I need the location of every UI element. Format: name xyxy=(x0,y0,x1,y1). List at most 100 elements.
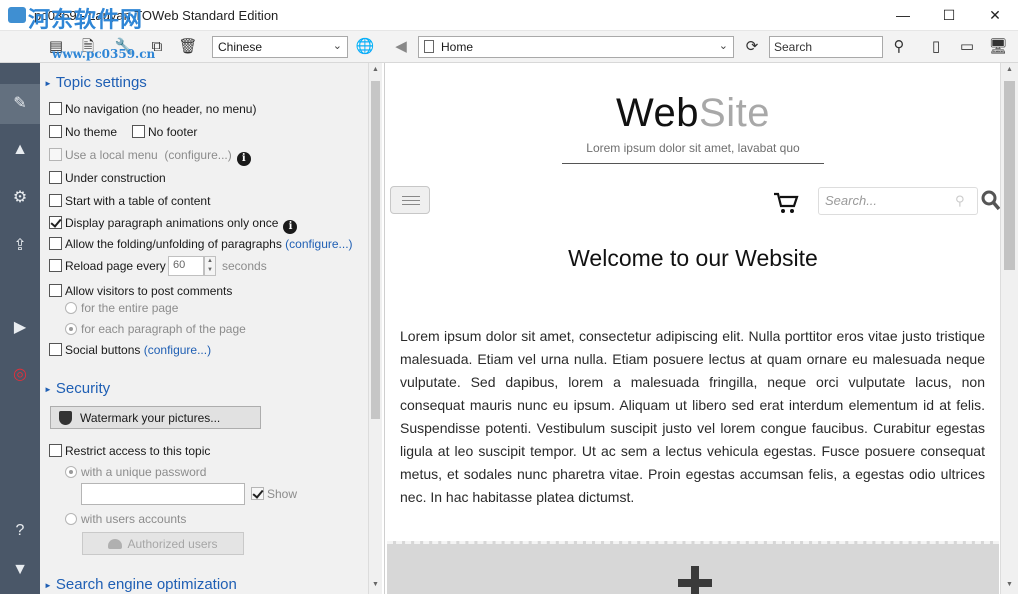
info-icon[interactable]: i xyxy=(283,220,298,234)
unique-password-option: with a unique password xyxy=(65,465,206,479)
comments-paragraph-radio xyxy=(65,323,77,335)
settings-panel: ► Topic settings No navigation (no header… xyxy=(40,63,368,594)
security-header[interactable]: ► Security xyxy=(44,380,110,397)
under-construction-checkbox[interactable] xyxy=(49,171,62,184)
side-rail: ✎ ▲ ⚙ ⇪ ▶ ◎ ? ▼ xyxy=(0,63,40,594)
back-icon[interactable]: ◀ xyxy=(391,37,411,57)
social-checkbox[interactable] xyxy=(49,343,62,356)
reload-label: Reload page every xyxy=(65,259,166,273)
trash-icon[interactable]: 🗑 xyxy=(178,37,198,57)
no-footer-checkbox[interactable] xyxy=(132,125,145,138)
local-menu-label: Use a local menu xyxy=(65,148,158,162)
show-password-label: Show xyxy=(267,487,298,501)
desktop-preview-icon[interactable]: 🖥 xyxy=(988,37,1008,57)
hamburger-menu-button[interactable] xyxy=(390,186,430,214)
site-title-web: Web xyxy=(616,91,700,135)
topic-settings-header[interactable]: ► Topic settings xyxy=(44,74,147,91)
reload-option[interactable]: Reload page every xyxy=(49,259,166,273)
preview-scrollbar[interactable]: ▲ ▼ xyxy=(1000,63,1018,594)
site-search-input[interactable]: Search... xyxy=(818,187,978,215)
pencil-icon[interactable]: ✎ xyxy=(0,84,40,124)
language-value: Chinese xyxy=(218,40,263,54)
security-title: Security xyxy=(55,380,111,397)
url-select[interactable]: Home ⌄ xyxy=(418,36,734,58)
authorized-users-button: Authorized users xyxy=(82,532,244,555)
table-of-content-checkbox[interactable] xyxy=(49,194,62,207)
folding-option[interactable]: Allow the folding/unfolding of paragraph… xyxy=(49,237,353,251)
no-theme-option[interactable]: No theme xyxy=(49,125,117,139)
cart-icon[interactable] xyxy=(773,191,799,215)
folding-configure-link[interactable]: (configure...) xyxy=(285,237,352,251)
watermark-pictures-button[interactable]: Watermark your pictures... xyxy=(50,406,261,429)
comments-checkbox[interactable] xyxy=(49,284,62,297)
site-watermark-url: www.pc0359.cn xyxy=(52,47,156,61)
refresh-icon[interactable]: ⟳ xyxy=(742,37,762,57)
site-title[interactable]: WebSite xyxy=(385,91,1000,136)
no-navigation-option[interactable]: No navigation (no header, no menu) xyxy=(49,102,256,116)
under-construction-option[interactable]: Under construction xyxy=(49,171,166,185)
plus-icon[interactable] xyxy=(678,566,712,594)
body-paragraph[interactable]: Lorem ipsum dolor sit amet, consectetur … xyxy=(400,325,985,509)
play-icon[interactable]: ▶ xyxy=(0,308,40,348)
reload-stepper[interactable]: ▲ ▼ xyxy=(204,256,216,276)
shield-icon[interactable]: ▼ xyxy=(0,550,40,590)
social-configure-link[interactable]: (configure...) xyxy=(144,343,211,357)
minimize-button[interactable]: — xyxy=(880,0,926,31)
welcome-heading[interactable]: Welcome to our Website xyxy=(385,245,1000,272)
scroll-up-icon[interactable]: ▲ xyxy=(369,66,382,73)
table-of-content-option[interactable]: Start with a table of content xyxy=(49,194,210,208)
reload-unit: seconds xyxy=(222,259,267,273)
app-icon xyxy=(8,7,26,23)
tablet-preview-icon[interactable]: ▭ xyxy=(957,37,977,57)
language-select[interactable]: Chinese ⌄ xyxy=(212,36,348,58)
restrict-access-checkbox[interactable] xyxy=(49,444,62,457)
lifebuoy-icon[interactable]: ◎ xyxy=(0,355,40,395)
scroll-down-icon[interactable]: ▼ xyxy=(369,581,382,588)
users-icon xyxy=(108,539,123,549)
scroll-down-icon[interactable]: ▼ xyxy=(1001,581,1018,588)
reload-seconds-input[interactable]: 60 xyxy=(168,256,204,276)
password-input xyxy=(81,483,245,505)
restrict-access-label: Restrict access to this topic xyxy=(65,444,211,458)
no-navigation-checkbox[interactable] xyxy=(49,102,62,115)
seo-title: Search engine optimization xyxy=(55,576,237,593)
title-bar: pc0359 - Lauyan TOWeb Standard Edition 河… xyxy=(0,0,1018,32)
folding-checkbox[interactable] xyxy=(49,237,62,250)
social-option[interactable]: Social buttons (configure...) xyxy=(49,343,211,357)
maximize-button[interactable]: ☐ xyxy=(926,0,972,31)
paragraph-animations-checkbox[interactable] xyxy=(49,216,62,229)
comments-option[interactable]: Allow visitors to post comments xyxy=(49,284,232,298)
local-menu-configure-link: (configure...) xyxy=(164,148,232,162)
preview-scroll-thumb[interactable] xyxy=(1004,81,1015,270)
toolbar-search-input[interactable]: Search xyxy=(769,36,883,58)
paragraph-animations-label: Display paragraph animations only once xyxy=(65,216,279,230)
collapse-triangle-icon: ► xyxy=(44,580,52,590)
seo-header[interactable]: ► Search engine optimization xyxy=(44,576,237,593)
upload-icon[interactable]: ⇪ xyxy=(0,226,40,266)
help-icon[interactable]: ? xyxy=(0,511,40,551)
globe-icon[interactable]: 🌐 xyxy=(355,37,375,57)
reload-checkbox[interactable] xyxy=(49,259,62,272)
panel-scroll-thumb[interactable] xyxy=(371,81,380,419)
info-icon[interactable]: i xyxy=(236,152,251,166)
shield-icon xyxy=(59,411,72,425)
panel-scrollbar[interactable]: ▲ ▼ xyxy=(368,63,382,594)
comments-paragraph-label: for each paragraph of the page xyxy=(81,322,246,336)
phone-preview-icon[interactable]: ▯ xyxy=(926,37,946,57)
add-paragraph-zone[interactable] xyxy=(387,541,999,594)
social-label: Social buttons xyxy=(65,343,141,357)
gears-icon[interactable]: ⚙ xyxy=(0,178,40,218)
search-field-icon: ⚲ xyxy=(955,193,965,208)
local-menu-checkbox xyxy=(49,148,62,161)
search-icon[interactable] xyxy=(981,190,1000,212)
users-accounts-label: with users accounts xyxy=(81,512,187,526)
no-footer-option[interactable]: No footer xyxy=(132,125,197,139)
paragraph-animations-option[interactable]: Display paragraph animations only once i xyxy=(49,216,298,234)
no-theme-checkbox[interactable] xyxy=(49,125,62,138)
comments-paragraph-option: for each paragraph of the page xyxy=(65,322,246,336)
search-icon[interactable]: ⚲ xyxy=(889,37,909,57)
close-button[interactable]: ✕ xyxy=(972,0,1018,31)
restrict-access-option[interactable]: Restrict access to this topic xyxy=(49,444,210,458)
paint-bucket-icon[interactable]: ▲ xyxy=(0,130,40,170)
scroll-up-icon[interactable]: ▲ xyxy=(1001,66,1018,73)
